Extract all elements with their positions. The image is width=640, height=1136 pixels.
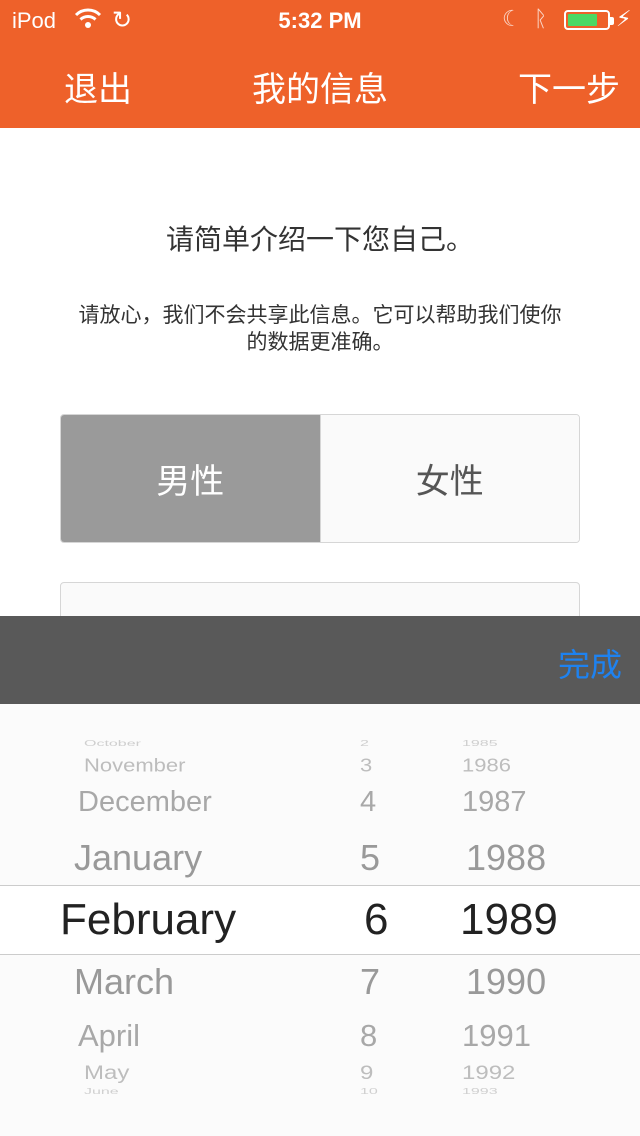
gender-option-male[interactable]: 男性: [61, 415, 320, 542]
picker-day-selected[interactable]: 6: [364, 898, 388, 942]
picker-month[interactable]: October: [84, 740, 141, 748]
picker-month[interactable]: December: [78, 788, 212, 817]
picker-month[interactable]: June: [84, 1088, 119, 1096]
picker-year-selected[interactable]: 1989: [460, 898, 558, 942]
picker-day[interactable]: 5: [360, 840, 380, 876]
gender-option-female[interactable]: 女性: [319, 415, 579, 542]
picker-month[interactable]: November: [84, 756, 185, 775]
picker-month-selected[interactable]: February: [60, 898, 236, 942]
battery-icon: [564, 10, 614, 30]
picker-year[interactable]: 1992: [462, 1064, 515, 1083]
privacy-note: 请放心，我们不会共享此信息。它可以帮助我们使你的数据更准确。: [78, 304, 562, 354]
charging-icon: ⚡: [616, 6, 632, 31]
picker-year[interactable]: 1985: [462, 740, 498, 748]
picker-day[interactable]: 4: [360, 788, 376, 817]
picker-year[interactable]: 1993: [462, 1088, 498, 1096]
picker-year[interactable]: 1986: [462, 756, 511, 775]
picker-month[interactable]: May: [84, 1064, 129, 1083]
nav-bar: 退出 我的信息 下一步: [0, 40, 640, 128]
battery-level: [568, 14, 597, 26]
picker-month[interactable]: March: [74, 964, 174, 1000]
picker-day[interactable]: 3: [360, 756, 372, 775]
do-not-disturb-icon: ☾: [502, 6, 522, 31]
picker-year[interactable]: 1991: [462, 1020, 531, 1051]
picker-toolbar: 完成: [0, 616, 640, 704]
date-picker[interactable]: October 2 1985 November 3 1986 December …: [0, 704, 640, 1136]
battery-nub: [610, 17, 614, 25]
picker-year[interactable]: 1987: [462, 788, 527, 817]
header-bar: iPod ↻ 5:32 PM ☾ ᚱ ⚡ 退出 我的信息 下一步: [0, 0, 640, 128]
picker-year[interactable]: 1990: [466, 964, 546, 1000]
picker-month[interactable]: January: [74, 840, 202, 876]
picker-day[interactable]: 7: [360, 964, 380, 1000]
bluetooth-icon: ᚱ: [534, 6, 548, 31]
intro-headline: 请简单介绍一下您自己。: [165, 224, 474, 255]
done-button[interactable]: 完成: [558, 640, 622, 686]
picker-day[interactable]: 2: [360, 740, 369, 748]
picker-day[interactable]: 10: [360, 1088, 378, 1096]
picker-year[interactable]: 1988: [466, 840, 546, 876]
status-bar: iPod ↻ 5:32 PM ☾ ᚱ ⚡: [0, 0, 640, 40]
gender-segmented-control: 男性 女性: [60, 414, 580, 543]
picker-day[interactable]: 9: [360, 1064, 373, 1083]
picker-day[interactable]: 8: [360, 1020, 377, 1051]
next-button[interactable]: 下一步: [518, 62, 620, 111]
picker-month[interactable]: April: [78, 1020, 140, 1051]
